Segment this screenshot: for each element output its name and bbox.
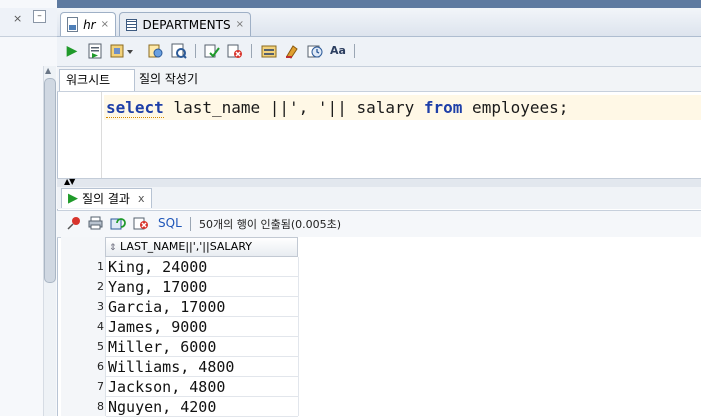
tab-query-result[interactable]: ▶ 질의 결과 x <box>61 188 152 208</box>
table-row[interactable]: 1 King, 24000 <box>61 257 298 277</box>
table-cell[interactable]: Williams, 4800 <box>106 357 298 377</box>
autotrace-icon[interactable] <box>147 42 165 60</box>
table-row[interactable]: 4 James, 9000 <box>61 317 298 337</box>
run-statement-icon[interactable]: ▶ <box>63 42 81 60</box>
sql-keyword: select <box>106 98 164 118</box>
table-row[interactable]: 2 Yang, 17000 <box>61 277 298 297</box>
column-header-label: LAST_NAME||','||SALARY <box>120 240 252 253</box>
row-number: 5 <box>97 340 104 353</box>
results-toolbar: SQL 50개의 행이 인출됨(0.005초) <box>57 210 701 238</box>
minimize-panel-button[interactable]: – <box>33 10 46 23</box>
table-row[interactable]: 3 Garcia, 17000 <box>61 297 298 317</box>
scroll-up-icon[interactable]: ▲ <box>45 66 51 75</box>
title-band <box>57 0 701 8</box>
clear-icon[interactable] <box>283 42 301 60</box>
close-panel-button[interactable]: × <box>13 12 22 25</box>
worksheet-toolbar: ▶ Aa <box>57 37 701 67</box>
close-tab-icon[interactable]: x <box>138 192 145 205</box>
row-number: 3 <box>97 300 104 313</box>
table-row[interactable]: 8 Nguyen, 4200 <box>61 397 298 417</box>
sql-text: employees; <box>462 98 569 117</box>
grid-column-divider <box>298 257 299 416</box>
explain-plan-icon[interactable] <box>109 42 135 60</box>
table-cell[interactable]: Yang, 17000 <box>106 277 298 297</box>
collapse-arrows-icon[interactable]: ▲▼ <box>64 177 75 186</box>
rollback-icon[interactable] <box>226 42 244 60</box>
commit-icon[interactable] <box>203 42 221 60</box>
play-icon: ▶ <box>68 191 78 206</box>
sql-tuning-icon[interactable] <box>170 42 188 60</box>
history-icon[interactable] <box>306 42 324 60</box>
pin-icon[interactable] <box>65 214 83 232</box>
row-number: 8 <box>97 400 104 413</box>
unshared-sql-icon[interactable] <box>260 42 278 60</box>
tab-worksheet[interactable]: 워크시트 <box>59 69 135 91</box>
tab-departments[interactable]: DEPARTMENTS × <box>119 12 251 36</box>
row-number: 4 <box>97 320 104 333</box>
table-row[interactable]: 6 Williams, 4800 <box>61 357 298 377</box>
column-header[interactable]: ⇕ LAST_NAME||','||SALARY <box>105 237 298 257</box>
print-icon[interactable] <box>86 214 104 232</box>
refresh-icon[interactable] <box>109 214 127 232</box>
table-cell[interactable]: Jackson, 4800 <box>106 377 298 397</box>
table-grid-icon <box>126 18 138 31</box>
tab-label: hr <box>83 17 96 32</box>
run-script-icon[interactable] <box>86 42 104 60</box>
worksheet-subtabs: 워크시트 질의 작성기 <box>57 67 701 92</box>
table-cell[interactable]: Miller, 6000 <box>106 337 298 357</box>
close-tab-icon[interactable]: × <box>101 19 109 30</box>
sql-worksheet-icon <box>67 17 79 32</box>
row-number: 7 <box>97 380 104 393</box>
sort-icon[interactable]: ⇕ <box>109 243 117 253</box>
tab-label: DEPARTMENTS <box>142 17 231 32</box>
left-scrollbar-thumb[interactable] <box>44 78 56 283</box>
results-tab-label: 질의 결과 <box>82 192 130 206</box>
table-cell[interactable]: Nguyen, 4200 <box>106 397 298 417</box>
row-number: 2 <box>97 280 104 293</box>
sql-text: last_name ||', '|| salary <box>163 98 424 117</box>
tab-hr-worksheet[interactable]: hr × <box>60 12 116 36</box>
table-cell[interactable]: King, 24000 <box>106 257 298 277</box>
format-case-icon[interactable]: Aa <box>329 42 347 60</box>
table-row[interactable]: 5 Miller, 6000 <box>61 337 298 357</box>
sql-statement[interactable]: select last_name ||', '|| salary from em… <box>106 98 569 118</box>
editor-gutter-divider <box>101 92 102 178</box>
table-cell[interactable]: Garcia, 17000 <box>106 297 298 317</box>
row-number: 6 <box>97 360 104 373</box>
cancel-fetch-icon[interactable] <box>132 214 150 232</box>
row-number: 1 <box>97 260 104 273</box>
editor-tab-bar: hr × DEPARTMENTS × <box>57 8 701 37</box>
sql-link[interactable]: SQL <box>158 216 182 230</box>
sql-keyword: from <box>423 98 463 117</box>
table-row[interactable]: 7 Jackson, 4800 <box>61 377 298 397</box>
tab-query-builder[interactable]: 질의 작성기 <box>133 69 204 90</box>
close-tab-icon[interactable]: × <box>236 19 244 30</box>
table-cell[interactable]: James, 9000 <box>106 317 298 337</box>
connections-panel-header <box>0 8 57 37</box>
results-tab-bar: ▶ 질의 결과 x <box>57 187 701 209</box>
fetch-status: 50개의 행이 인출됨(0.005초) <box>199 218 342 231</box>
